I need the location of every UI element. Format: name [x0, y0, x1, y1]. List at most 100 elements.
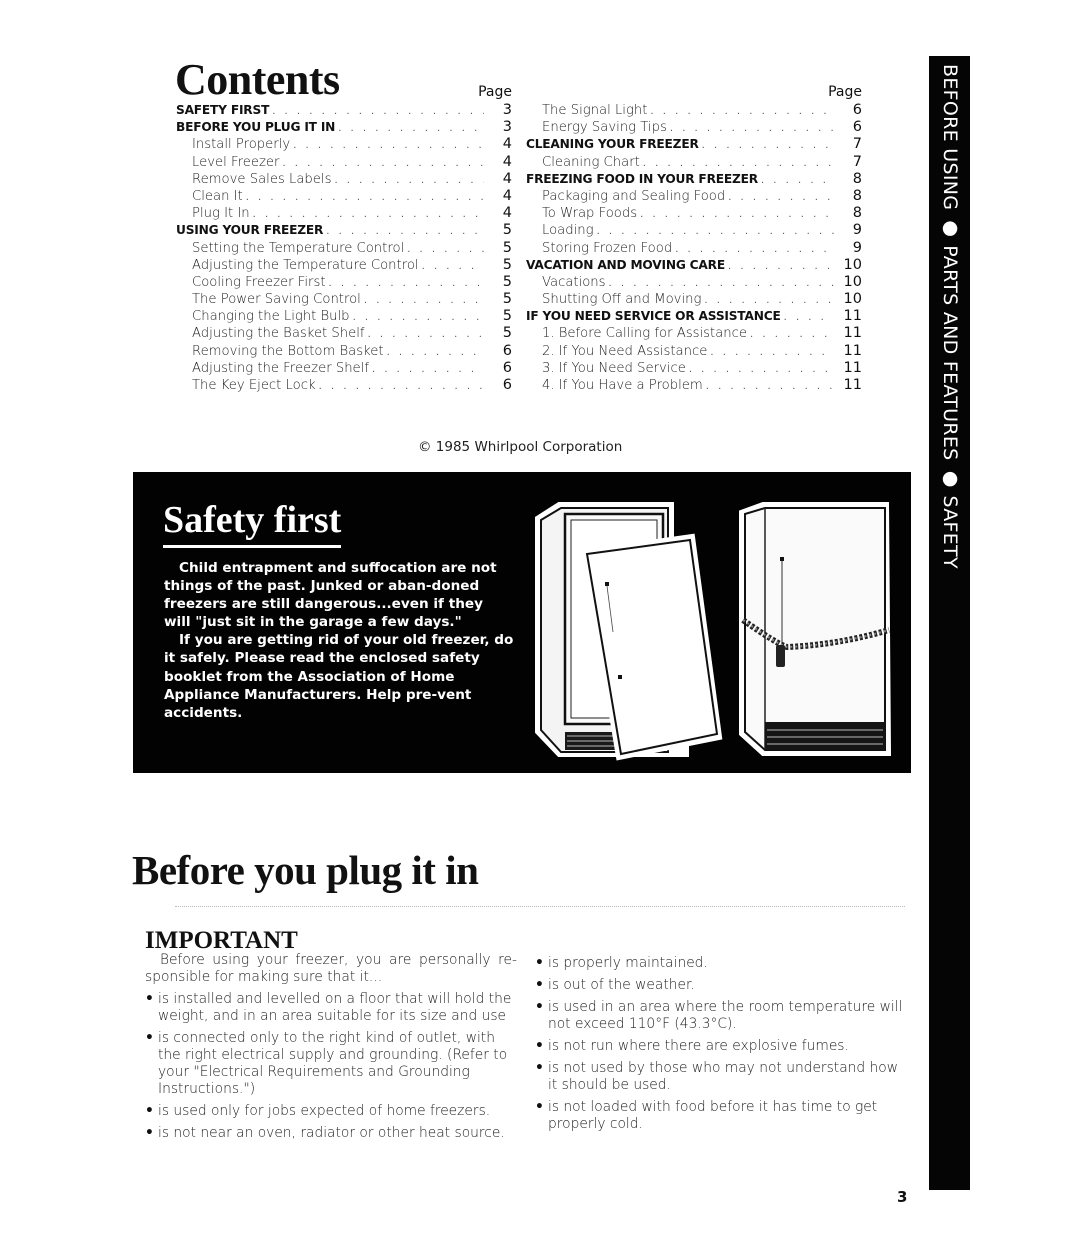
toc-leader-dots — [246, 189, 484, 206]
toc-leader-dots — [643, 155, 834, 172]
toc-entry-label: Plug It In — [192, 206, 250, 222]
toc-entry-label: 1. Before Calling for Assistance — [542, 326, 748, 342]
toc-entry-page: 10 — [843, 291, 862, 308]
safety-text: Child entrapment and suffocation are not… — [164, 559, 514, 722]
toc-entry: Remove Sales Labels 4 — [176, 171, 512, 188]
toc-entry-label: The Signal Light — [542, 103, 648, 118]
toc-entry: 3. If You Need Service 11 — [526, 360, 862, 377]
toc-right-column: Page The Signal Light6Energy Saving Tips… — [526, 82, 862, 394]
toc-leader-dots — [422, 258, 484, 275]
requirement-item: is not used by those who may not underst… — [535, 1060, 903, 1094]
toc-entry: To Wrap Foods 8 — [526, 205, 862, 222]
toc-leader-dots — [329, 275, 484, 292]
toc-entry: VACATION AND MOVING CARE 10 — [526, 257, 862, 274]
toc-entry: FREEZING FOOD IN YOUR FREEZER 8 — [526, 171, 862, 188]
toc-entry-page: 4 — [502, 153, 512, 170]
toc-entry: Adjusting the Basket Shelf 5 — [176, 325, 512, 342]
toc-leader-dots — [253, 206, 484, 223]
toc-entry-page: 10 — [843, 273, 862, 290]
toc-entry-label: Cooling Freezer First — [192, 274, 326, 290]
toc-entry-label: To Wrap Foods — [542, 206, 638, 222]
toc-entry-label: Install Properly — [192, 137, 291, 153]
toc-entry-page: 11 — [843, 359, 862, 376]
requirement-item: is not loaded with food before it has ti… — [535, 1099, 903, 1133]
toc-entry: Adjusting the Temperature Control 5 — [176, 257, 512, 274]
toc-entry-label: Setting the Temperature Control — [192, 240, 405, 256]
requirement-item: is out of the weather. — [535, 977, 903, 994]
toc-entry-page: 5 — [502, 256, 512, 273]
toc-entry-page: 8 — [852, 187, 862, 204]
toc-right-list: The Signal Light6Energy Saving Tips6CLEA… — [526, 102, 862, 394]
toc-entry-page: 7 — [852, 153, 862, 170]
requirements-list-right: is properly maintained. is out of the wea… — [535, 955, 903, 1133]
toc-entry-label: Cleaning Chart — [542, 154, 640, 170]
toc-entry-page: 6 — [852, 102, 862, 118]
chained-freezer-icon — [739, 502, 892, 756]
toc-entry-label: Adjusting the Temperature Control — [192, 257, 419, 273]
requirement-item: is properly maintained. — [535, 955, 903, 972]
toc-leader-dots — [640, 206, 834, 223]
toc-entry-label: Vacations — [542, 274, 606, 290]
toc-leader-dots — [272, 103, 484, 120]
toc-entry: IF YOU NEED SERVICE OR ASSISTANCE 11 — [526, 308, 862, 325]
toc-entry-page: 6 — [502, 377, 512, 393]
toc-leader-dots — [761, 172, 834, 189]
requirement-item: is used in an area where the room temper… — [535, 999, 903, 1033]
toc-entry-label: Removing the Bottom Basket — [192, 343, 384, 359]
toc-entry-page: 5 — [502, 291, 512, 308]
toc-leader-dots — [407, 241, 484, 258]
toc-entry-page: 3 — [502, 102, 512, 118]
toc-entry-page: 8 — [852, 205, 862, 222]
toc-leader-dots — [372, 361, 484, 378]
toc-entry-page: 6 — [502, 359, 512, 376]
toc-entry: Clean It 4 — [176, 188, 512, 205]
toc-entry-label: Shutting Off and Moving — [542, 292, 702, 308]
toc-page-header: Page — [478, 84, 512, 100]
toc-entry-page: 11 — [843, 342, 862, 359]
toc-leader-dots — [334, 172, 484, 189]
toc-entry-label: Adjusting the Basket Shelf — [192, 326, 365, 342]
toc-left-column: Page SAFETY FIRST 3 BEFORE YOU PLUG IT IN 3… — [176, 82, 512, 394]
toc-entry-label: Loading — [542, 223, 594, 239]
toc-leader-dots — [319, 378, 484, 395]
toc-entry-page: 9 — [852, 222, 862, 239]
toc-entry-page: 11 — [843, 308, 862, 325]
safety-title: Safety first — [163, 501, 342, 548]
important-heading: IMPORTANT — [145, 927, 298, 954]
toc-entry: Storing Frozen Food 9 — [526, 240, 862, 257]
toc-leader-dots — [387, 344, 484, 361]
toc-entry-label: Adjusting the Freezer Shelf — [192, 360, 369, 376]
copyright-notice: © 1985 Whirlpool Corporation — [418, 439, 623, 455]
toc-leader-dots — [675, 241, 834, 258]
toc-leader-dots — [670, 120, 834, 137]
toc-entry: Adjusting the Freezer Shelf 6 — [176, 360, 512, 377]
toc-entry-page: 5 — [502, 325, 512, 342]
toc-entry: Plug It In 4 — [176, 205, 512, 222]
safety-paragraph: If you are getting rid of your old freez… — [164, 632, 514, 721]
toc-entry: 2. If You Need Assistance 11 — [526, 343, 862, 360]
toc-entry-page: 11 — [843, 325, 862, 342]
requirement-item: is connected only to the right kind of o… — [145, 1030, 517, 1098]
toc-entry: The Key Eject Lock 6 — [176, 377, 512, 394]
toc-entry: Level Freezer 4 — [176, 154, 512, 171]
page-number: 3 — [897, 1188, 908, 1206]
toc-entry-page: 7 — [852, 136, 862, 153]
toc-entry: SAFETY FIRST 3 — [176, 102, 512, 119]
toc-leader-dots — [326, 223, 484, 240]
toc-leader-dots — [364, 292, 484, 309]
toc-entry: Packaging and Sealing Food 8 — [526, 188, 862, 205]
toc-leader-dots — [706, 378, 834, 395]
toc-leader-dots — [702, 137, 834, 154]
toc-leader-dots — [353, 309, 484, 326]
toc-entry-page: 6 — [502, 342, 512, 359]
toc-entry-label: Energy Saving Tips — [542, 120, 667, 136]
toc-entry-label: BEFORE YOU PLUG IT IN — [176, 120, 336, 135]
toc-entry-page: 3 — [502, 119, 512, 136]
toc-left-list: SAFETY FIRST3BEFORE YOU PLUG IT IN 3 Insta… — [176, 102, 512, 394]
requirements-list-left: is installed and levelled on a floor tha… — [145, 991, 517, 1142]
toc-entry-label: The Key Eject Lock — [192, 378, 316, 393]
toc-entry: Vacations 10 — [526, 274, 862, 291]
toc-leader-dots — [338, 120, 484, 137]
toc-entry-page: 9 — [852, 239, 862, 256]
toc-entry: Energy Saving Tips 6 — [526, 119, 862, 136]
